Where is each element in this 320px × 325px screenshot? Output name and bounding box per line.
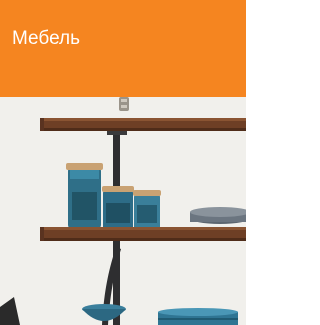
- plate-stack: [190, 207, 246, 224]
- category-photo: [0, 97, 246, 325]
- blue-plates: [158, 308, 238, 325]
- kitchen-shelves-photo: [0, 97, 246, 325]
- top-shelf: [40, 118, 246, 131]
- category-tile-furniture[interactable]: Мебель: [0, 0, 246, 325]
- category-title: Мебель: [12, 28, 80, 49]
- middle-shelf: [40, 227, 246, 241]
- wall-hook-icon: [119, 97, 129, 111]
- category-banner: Мебель: [0, 0, 246, 97]
